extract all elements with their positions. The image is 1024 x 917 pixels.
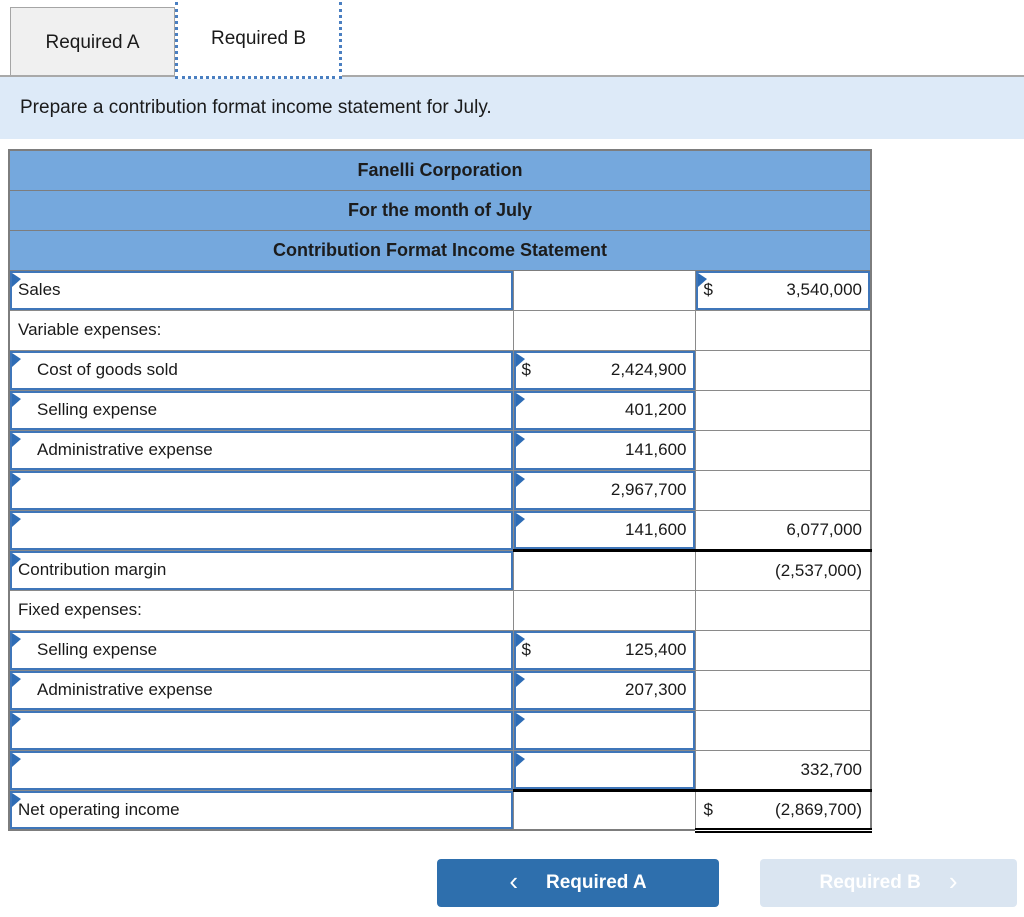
input-marker-icon [12, 792, 21, 807]
table-row: Net operating income $ (2,869,700) [8, 788, 872, 833]
amount-mid-cell[interactable] [512, 709, 696, 751]
chevron-left-icon: ‹ [509, 865, 519, 896]
statement-subtitle: Contribution Format Income Statement [8, 229, 872, 271]
input-marker-icon [515, 752, 525, 767]
input-marker-icon [515, 512, 525, 527]
amount-mid-cell [512, 309, 696, 351]
input-marker-icon [12, 272, 21, 287]
input-marker-icon [515, 392, 525, 407]
input-marker-icon [515, 712, 525, 727]
tab-required-a[interactable]: Required A [10, 7, 175, 77]
table-row: Variable expenses: [8, 309, 872, 351]
input-marker-icon [515, 632, 525, 647]
amount-mid-cell[interactable]: 207,300 [512, 669, 696, 711]
label-cell[interactable] [8, 709, 514, 751]
table-row: Selling expense 401,200 [8, 389, 872, 431]
amount-mid-cell [512, 589, 696, 631]
statement-title: Fanelli Corporation [8, 149, 872, 191]
input-marker-icon [12, 432, 21, 447]
input-marker-icon [697, 272, 707, 287]
table-row: 141,600 6,077,000 [8, 509, 872, 552]
amount-right-cell: $ (2,869,700) [694, 788, 872, 833]
required-b-button[interactable]: Required B › [760, 858, 1017, 907]
label-cell[interactable]: Selling expense [8, 629, 514, 671]
amount-mid-cell [512, 549, 696, 591]
table-row: Fixed expenses: [8, 589, 872, 631]
chevron-right-icon: › [948, 865, 958, 896]
label-cell[interactable] [8, 509, 514, 551]
amount-right-cell: 332,700 [694, 749, 872, 791]
amount-right-cell [694, 589, 872, 631]
input-marker-icon [12, 632, 21, 647]
required-a-button-label: Required A [546, 871, 647, 893]
input-marker-icon [12, 352, 21, 367]
amount-mid-cell[interactable] [512, 749, 696, 791]
label-cell[interactable]: Administrative expense [8, 429, 514, 471]
amount-right-cell: 6,077,000 [694, 509, 872, 552]
amount-mid-cell [512, 788, 696, 831]
amount-mid-cell[interactable]: 141,600 [512, 429, 696, 471]
label-cell[interactable] [8, 749, 514, 791]
required-a-button[interactable]: ‹ Required A [437, 858, 719, 907]
input-marker-icon [12, 752, 21, 767]
input-marker-icon [515, 472, 525, 487]
instruction-banner: Prepare a contribution format income sta… [0, 77, 1024, 139]
label-cell[interactable]: Cost of goods sold [8, 349, 514, 391]
input-marker-icon [12, 712, 21, 727]
table-row: Contribution margin (2,537,000) [8, 549, 872, 591]
table-row: Selling expense $125,400 [8, 629, 872, 671]
label-cell: Fixed expenses: [8, 589, 514, 631]
input-marker-icon [515, 432, 525, 447]
amount-right-cell [694, 469, 872, 511]
label-cell[interactable]: Selling expense [8, 389, 514, 431]
tab-required-b[interactable]: Required B [175, 2, 342, 79]
tab-required-b-label: Required B [210, 28, 307, 49]
tab-required-a-label: Required A [45, 31, 140, 53]
amount-right-cell [694, 429, 872, 471]
required-b-button-label: Required B [819, 871, 921, 893]
table-row: Administrative expense 141,600 [8, 429, 872, 471]
table-row: 2,967,700 [8, 469, 872, 511]
amount-mid-cell[interactable]: 401,200 [512, 389, 696, 431]
label-cell[interactable] [8, 469, 514, 511]
table-row: Cost of goods sold $2,424,900 [8, 349, 872, 391]
table-row: 332,700 [8, 749, 872, 791]
footer-navigation: ‹ Required A Required B › [0, 858, 1024, 907]
amount-mid-cell[interactable]: $2,424,900 [512, 349, 696, 391]
amount-right-cell [694, 629, 872, 671]
amount-mid-cell [512, 269, 696, 311]
amount-right-cell: (2,537,000) [694, 549, 872, 591]
input-marker-icon [12, 672, 21, 687]
amount-mid-cell[interactable]: $125,400 [512, 629, 696, 671]
label-cell[interactable]: Administrative expense [8, 669, 514, 711]
amount-right-cell [694, 709, 872, 751]
input-marker-icon [515, 672, 525, 687]
input-marker-icon [12, 552, 21, 567]
tab-bar: Required A Required B [0, 0, 1024, 79]
instruction-text: Prepare a contribution format income sta… [20, 97, 492, 118]
income-statement-table: Fanelli Corporation For the month of Jul… [8, 149, 872, 833]
label-cell[interactable]: Sales [8, 269, 514, 311]
input-marker-icon [12, 472, 21, 487]
statement-period: For the month of July [8, 189, 872, 231]
amount-right-cell [694, 349, 872, 391]
amount-mid-cell[interactable]: 2,967,700 [512, 469, 696, 511]
amount-right-cell [694, 309, 872, 351]
label-cell: Variable expenses: [8, 309, 514, 351]
amount-right-cell[interactable]: $3,540,000 [694, 269, 872, 311]
input-marker-icon [12, 512, 21, 527]
amount-right-cell [694, 669, 872, 711]
table-row: Sales $3,540,000 [8, 269, 872, 311]
table-row: Administrative expense 207,300 [8, 669, 872, 711]
input-marker-icon [515, 352, 525, 367]
input-marker-icon [12, 392, 21, 407]
amount-mid-cell[interactable]: 141,600 [512, 509, 696, 552]
amount-right-cell [694, 389, 872, 431]
label-cell[interactable]: Contribution margin [8, 549, 514, 591]
table-row [8, 709, 872, 751]
label-cell[interactable]: Net operating income [8, 789, 514, 831]
